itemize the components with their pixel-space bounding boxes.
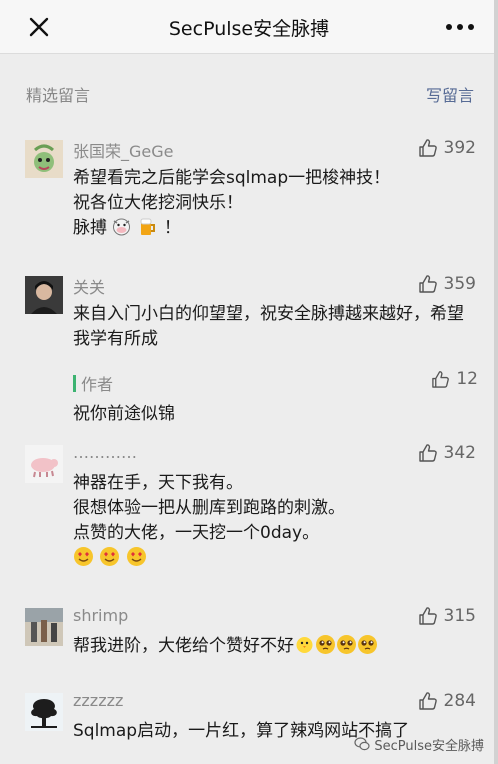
pleading-emoji bbox=[337, 635, 356, 654]
comment-item: 张国荣_GeGe 392 希望看完之后能学会sqlmap一把梭神技！ 祝各位大佬… bbox=[0, 138, 498, 241]
comment-nickname[interactable]: 关关 bbox=[73, 274, 105, 298]
reply-like-button[interactable]: 12 bbox=[431, 369, 478, 389]
thumbs-up-icon bbox=[418, 275, 437, 293]
cow-emoji bbox=[113, 218, 130, 236]
comment-line: 帮我进阶，大佬给个赞好不好 bbox=[73, 636, 294, 656]
section-header: 精选留言 写留言 bbox=[0, 80, 498, 108]
like-button[interactable]: 392 bbox=[418, 136, 476, 160]
page-title: SecPulse安全脉搏 bbox=[168, 18, 330, 40]
comment-line: 神器在手，天下我有。 bbox=[73, 473, 243, 493]
like-count: 359 bbox=[443, 274, 476, 294]
comment-text: 帮我进阶，大佬给个赞好不好 bbox=[73, 634, 468, 659]
write-comment-button[interactable]: 写留言 bbox=[426, 82, 474, 106]
comment-line: 脉搏 bbox=[73, 218, 107, 238]
comment-text: 来自入门小白的仰望望，祝安全脉搏越来越好，希望我学有所成 bbox=[73, 304, 464, 349]
thumbs-up-icon bbox=[418, 607, 437, 625]
comment-nickname[interactable]: ………… bbox=[73, 443, 137, 462]
reply-text: 祝你前途似锦 bbox=[73, 404, 175, 424]
author-reply: 作者 12 祝你前途似锦 bbox=[73, 369, 478, 431]
reply-marker bbox=[73, 375, 76, 392]
avatar[interactable] bbox=[25, 140, 63, 178]
watermark-text: SecPulse安全脉搏 bbox=[374, 738, 484, 754]
reply-like-count: 12 bbox=[456, 369, 478, 389]
beer-emoji bbox=[140, 218, 156, 235]
like-count: 284 bbox=[443, 691, 476, 711]
like-count: 315 bbox=[443, 606, 476, 626]
like-button[interactable]: 284 bbox=[418, 689, 476, 713]
like-button[interactable]: 342 bbox=[418, 441, 476, 465]
chick-emoji bbox=[296, 637, 313, 653]
top-bar: SecPulse安全脉搏 bbox=[0, 0, 498, 54]
pleading-emoji bbox=[358, 635, 377, 654]
heart-eyes-emoji bbox=[126, 547, 146, 566]
pleading-emoji bbox=[316, 635, 335, 654]
heart-eyes-emoji bbox=[100, 547, 120, 566]
avatar[interactable] bbox=[25, 693, 63, 731]
heart-eyes-emoji bbox=[74, 547, 93, 566]
like-count: 342 bbox=[443, 443, 476, 463]
like-count: 392 bbox=[443, 138, 476, 158]
comment-line: 希望看完之后能学会sqlmap一把梭神技！ bbox=[73, 168, 391, 188]
comment-nickname[interactable]: shrimp bbox=[73, 606, 128, 625]
comment-nickname[interactable]: zzzzzz bbox=[73, 691, 123, 710]
comment-item: 关关 359 来自入门小白的仰望望，祝安全脉搏越来越好，希望我学有所成 作者 1… bbox=[0, 274, 498, 436]
watermark: SecPulse安全脉搏 bbox=[354, 734, 484, 754]
comment-suffix: ！ bbox=[163, 218, 181, 238]
like-button[interactable]: 315 bbox=[418, 604, 476, 628]
avatar[interactable] bbox=[25, 445, 63, 483]
thumbs-up-icon bbox=[432, 370, 450, 388]
comment-line: 祝各位大佬挖洞快乐！ bbox=[73, 193, 243, 213]
section-label: 精选留言 bbox=[26, 86, 91, 105]
comment-text: 神器在手，天下我有。 很想体验一把从删库到跑路的刺激。 点赞的大佬，一天挖一个0… bbox=[73, 471, 468, 571]
wechat-icon bbox=[354, 737, 370, 751]
reply-author: 作者 bbox=[81, 375, 114, 394]
avatar[interactable] bbox=[25, 608, 63, 646]
thumbs-up-icon bbox=[418, 444, 437, 462]
more-icon[interactable] bbox=[444, 18, 476, 36]
comment-item: ………… 342 神器在手，天下我有。 很想体验一把从删库到跑路的刺激。 点赞的… bbox=[0, 443, 498, 575]
comment-line: 很想体验一把从删库到跑路的刺激。 bbox=[73, 498, 345, 518]
comment-text: 希望看完之后能学会sqlmap一把梭神技！ 祝各位大佬挖洞快乐！ 脉搏 ！ bbox=[73, 166, 468, 241]
thumbs-up-icon bbox=[418, 692, 437, 710]
thumbs-up-icon bbox=[418, 139, 437, 157]
comment-item: shrimp 315 帮我进阶，大佬给个赞好不好 bbox=[0, 606, 498, 668]
like-button[interactable]: 359 bbox=[418, 272, 476, 296]
avatar[interactable] bbox=[25, 276, 63, 314]
comment-nickname[interactable]: 张国荣_GeGe bbox=[73, 138, 174, 162]
comment-line: 点赞的大佬，一天挖一个0day。 bbox=[73, 523, 320, 543]
